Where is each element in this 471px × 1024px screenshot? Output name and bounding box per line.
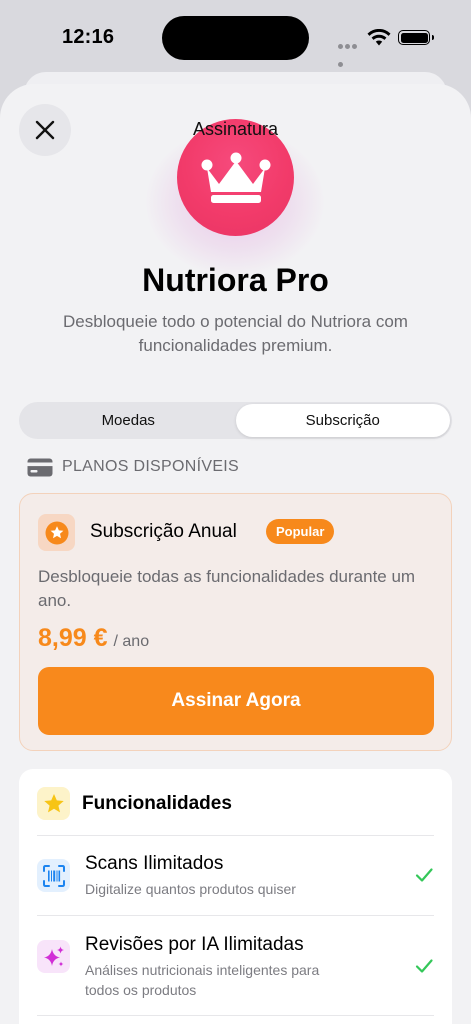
status-bar: 12:16 [0, 0, 471, 78]
plan-icon [38, 514, 75, 551]
sheet-title: Assinatura [192, 119, 279, 139]
features-icon-box [37, 787, 70, 820]
feature-subtitle: Digitalize quantos produtos quiser [85, 881, 296, 897]
feature-subtitle: Análises nutricionais inteligentes para … [85, 962, 320, 998]
star-icon [43, 793, 64, 812]
feature-row: Revisões por IA Ilimitadas Análises nutr… [37, 934, 434, 1004]
plan-card-annual: Subscrição Anual Popular Desbloqueie tod… [19, 493, 452, 751]
barcode-scan-icon [37, 859, 70, 892]
segment-subscricao[interactable]: Subscrição [235, 404, 450, 437]
wifi-icon [367, 29, 391, 46]
plan-name: Subscrição Anual [90, 521, 237, 542]
price-period: / ano [113, 633, 150, 650]
app-name: Nutriora Pro [142, 262, 329, 298]
crown-icon [201, 152, 270, 203]
plans-section-header: PLANOS DISPONÍVEIS [27, 455, 239, 479]
segment-moedas[interactable]: Moedas [21, 404, 236, 437]
feature-title: Scans Ilimitados [85, 853, 224, 874]
popular-badge: Popular [266, 519, 335, 544]
features-title: Funcionalidades [82, 792, 232, 814]
divider [37, 835, 434, 836]
segmented-control: Moedas Subscrição [19, 402, 452, 439]
features-header: Funcionalidades [37, 787, 232, 820]
features-card: Funcionalidades Scans Ilimitados Digital… [19, 769, 452, 1024]
status-time: 12:16 [62, 26, 115, 48]
credit-card-icon [27, 458, 53, 476]
subscription-sheet: Assinatura Nutriora Pro Desbloqueie todo… [0, 84, 471, 1024]
price-value: 8,99 € [38, 624, 108, 652]
plans-header-label: PLANOS DISPONÍVEIS [62, 458, 240, 475]
signal-dots-icon [338, 36, 364, 67]
divider [37, 915, 434, 916]
dynamic-island [162, 16, 309, 60]
app-description: Desbloqueie todo o potencial do Nutriora… [63, 312, 408, 355]
feature-title: Revisões por IA Ilimitadas [85, 934, 304, 955]
checkmark-icon [415, 959, 433, 973]
star-circle-icon [45, 521, 68, 544]
feature-row: Scans Ilimitados Digitalize quantos prod… [37, 853, 434, 923]
subscribe-now-button[interactable]: Assinar Agora [38, 667, 434, 735]
plan-price: 8,99 € / ano [38, 624, 149, 653]
sparkles-icon [37, 940, 70, 973]
battery-icon [398, 30, 434, 45]
checkmark-icon [415, 868, 433, 882]
plan-description: Desbloqueie todas as funcionalidades dur… [38, 567, 416, 610]
divider [37, 1015, 434, 1016]
